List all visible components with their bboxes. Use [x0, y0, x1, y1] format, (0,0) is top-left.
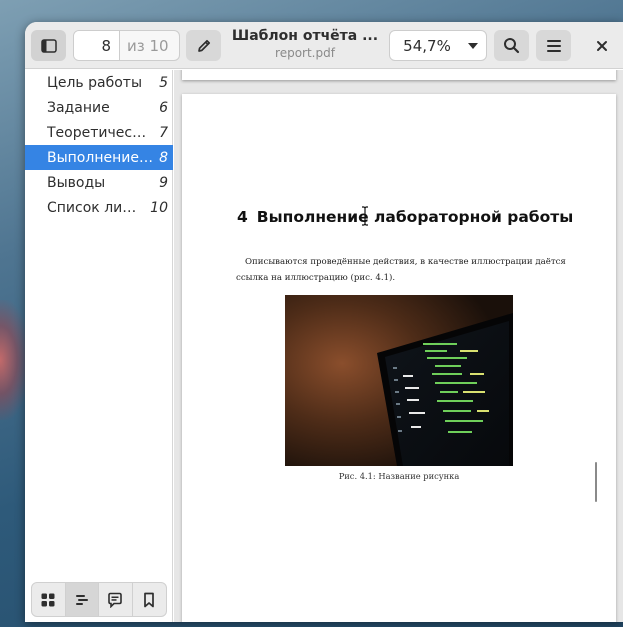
document-title: Шаблон отчёта ... — [231, 28, 379, 44]
outline-item-page: 6 — [159, 99, 168, 116]
previous-page-edge — [182, 70, 616, 80]
outline-item-page: 9 — [159, 174, 168, 191]
text-cursor-icon — [362, 206, 368, 226]
document-view[interactable]: 4 Выполнение лабораторной работы Описываю… — [174, 70, 623, 622]
thumbnails-icon — [41, 593, 55, 606]
outline-item-label: Выводы — [47, 174, 106, 191]
document-filename: report.pdf — [275, 46, 335, 60]
outline-item[interactable]: Задание 6 — [25, 95, 173, 120]
outline-item-page: 5 — [159, 74, 168, 91]
section-title: Выполнение лабораторной работы — [256, 208, 574, 226]
window-title: Шаблон отчёта ... report.pdf — [225, 28, 385, 60]
section-heading: 4 Выполнение лабораторной работы — [237, 208, 597, 226]
tab-thumbnails[interactable] — [32, 583, 66, 616]
chevron-down-icon — [468, 42, 478, 49]
scrollbar-indicator[interactable] — [595, 462, 597, 502]
outline-item-label: Список лите… — [47, 199, 145, 216]
hamburger-menu-icon — [546, 39, 561, 52]
outline-item-page: 10 — [150, 199, 168, 216]
outline-item[interactable]: Выводы 9 — [25, 170, 173, 195]
outline-item[interactable]: Выполнение… 8 — [25, 145, 173, 170]
total-pages-label: из 10 — [127, 36, 169, 55]
figure-image — [285, 295, 513, 466]
sidebar-view-switcher — [31, 582, 167, 617]
outline-item-label: Цель работы — [47, 74, 143, 91]
outline-item-label: Выполнение… — [47, 149, 153, 166]
zoom-value: 54,7% — [403, 36, 451, 55]
tab-outline[interactable] — [65, 583, 99, 616]
page-number-entry[interactable]: 8 из 10 — [73, 30, 180, 61]
document-viewer-window: 8 из 10 Шаблон отчёта ... report.pdf 54,… — [25, 22, 623, 622]
tab-bookmarks[interactable] — [133, 583, 166, 616]
current-page-input[interactable]: 8 — [74, 31, 120, 60]
body-paragraph: Описываются проведённые действия, в каче… — [236, 257, 566, 283]
outline-item[interactable]: Список лите… 10 — [25, 195, 173, 220]
close-button[interactable] — [584, 30, 619, 61]
document-page: 4 Выполнение лабораторной работы Описываю… — [182, 94, 616, 622]
search-button[interactable] — [494, 30, 529, 61]
code-screen-photo — [285, 295, 513, 466]
headerbar: 8 из 10 Шаблон отчёта ... report.pdf 54,… — [25, 22, 623, 69]
outline-item-page: 7 — [159, 124, 168, 141]
outline-icon — [75, 594, 88, 605]
tab-annotations[interactable] — [99, 583, 133, 616]
sidebar-icon — [40, 38, 57, 53]
outline-item[interactable]: Цель работы 5 — [25, 70, 173, 95]
annotations-icon — [108, 592, 123, 608]
section-number: 4 — [237, 208, 248, 226]
outline-item[interactable]: Теоретичес… 7 — [25, 120, 173, 145]
close-icon — [596, 40, 607, 51]
outline-item-label: Теоретичес… — [47, 124, 147, 141]
outline-item-label: Задание — [47, 99, 110, 116]
sidebar-outline: Цель работы 5 Задание 6 Теоретичес… 7 Выполнен… — [25, 70, 173, 622]
bookmarks-icon — [144, 592, 155, 607]
figure-caption: Рис. 4.1: Название рисунка — [338, 471, 460, 481]
main-menu-button[interactable] — [536, 30, 571, 61]
zoom-selector[interactable]: 54,7% — [389, 30, 487, 61]
search-icon — [504, 38, 520, 54]
sidebar-toggle-button[interactable] — [31, 30, 66, 61]
pencil-icon — [197, 39, 210, 52]
annotate-button[interactable] — [186, 30, 221, 61]
outline-item-page: 8 — [159, 149, 168, 166]
